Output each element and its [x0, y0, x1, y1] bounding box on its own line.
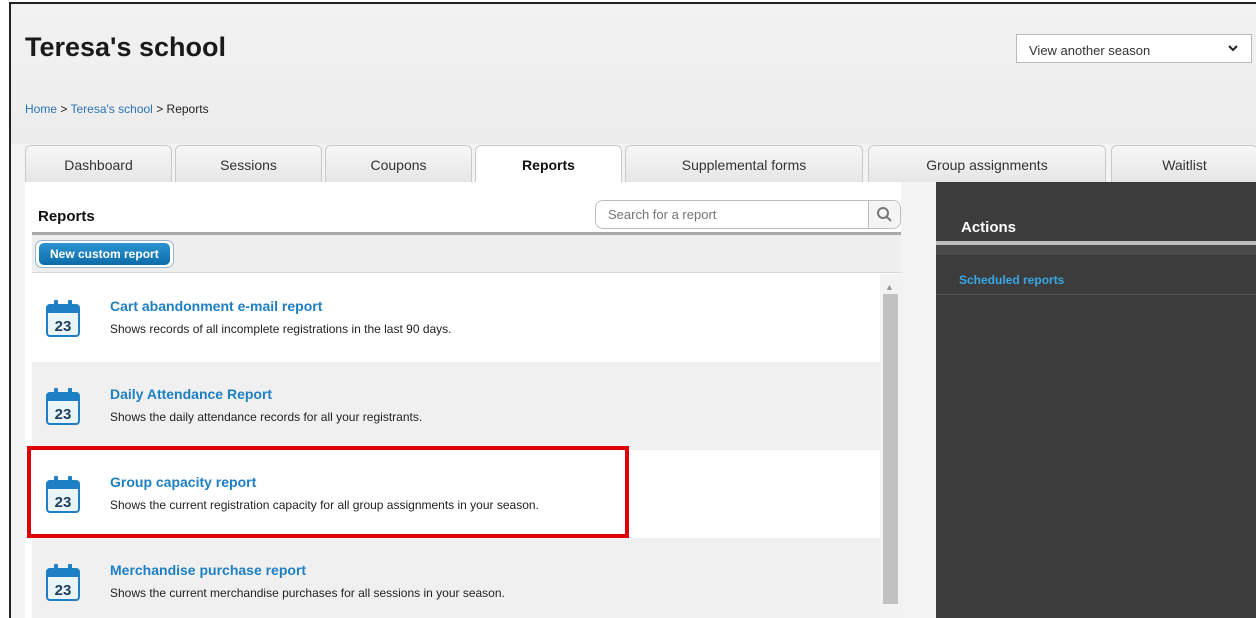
breadcrumb-current: Reports [166, 102, 209, 116]
tab-supplemental-forms[interactable]: Supplemental forms [625, 145, 863, 182]
list-item[interactable]: 23 Daily Attendance Report Shows the dai… [32, 362, 880, 450]
highlight-box [27, 446, 629, 538]
search-input[interactable] [608, 207, 858, 222]
report-description: Shows records of all incomplete registra… [110, 322, 452, 336]
calendar-icon: 23 [46, 564, 80, 601]
tab-waitlist[interactable]: Waitlist [1111, 145, 1256, 182]
season-select[interactable]: View another season [1016, 34, 1252, 63]
new-custom-report-label: New custom report [39, 243, 170, 265]
breadcrumb-separator: > [156, 102, 164, 116]
report-list-scrollbar[interactable]: ▲ [880, 274, 901, 618]
report-title-link[interactable]: Cart abandonment e-mail report [110, 298, 322, 314]
divider [936, 294, 1256, 295]
search-button[interactable] [868, 201, 900, 228]
tab-bar: Dashboard Sessions Coupons Reports Suppl… [25, 145, 1256, 183]
tab-sessions[interactable]: Sessions [175, 145, 322, 182]
tab-group-assignments[interactable]: Group assignments [868, 145, 1106, 182]
search-icon [877, 207, 892, 222]
report-description: Shows the current merchandise purchases … [110, 586, 505, 600]
report-search [595, 200, 901, 229]
breadcrumb-home[interactable]: Home [25, 102, 57, 116]
report-title-link[interactable]: Daily Attendance Report [110, 386, 272, 402]
svg-text:23: 23 [55, 582, 72, 599]
actions-sidebar: Actions Scheduled reports [936, 182, 1256, 618]
calendar-icon: 23 [46, 388, 80, 425]
reports-toolbar: New custom report [32, 235, 901, 273]
tab-coupons[interactable]: Coupons [325, 145, 472, 182]
report-description: Shows the daily attendance records for a… [110, 410, 423, 424]
scrollbar-thumb[interactable] [883, 294, 898, 604]
list-item[interactable]: 23 Merchandise purchase report Shows the… [32, 538, 880, 618]
actions-heading: Actions [961, 219, 1017, 236]
breadcrumb-school[interactable]: Teresa's school [71, 102, 153, 116]
calendar-icon: 23 [46, 300, 80, 337]
breadcrumb: Home > Teresa's school > Reports [25, 102, 209, 116]
new-custom-report-button[interactable]: New custom report [35, 240, 174, 268]
report-title-link[interactable]: Merchandise purchase report [110, 562, 306, 578]
tab-dashboard[interactable]: Dashboard [25, 145, 172, 182]
reports-heading: Reports [38, 208, 95, 225]
list-item[interactable]: 23 Cart abandonment e-mail report Shows … [32, 274, 880, 362]
scheduled-reports-link[interactable]: Scheduled reports [959, 273, 1064, 287]
season-select-label: View another season [1029, 43, 1151, 58]
divider [936, 245, 1256, 255]
breadcrumb-separator: > [60, 102, 68, 116]
scroll-up-arrow-icon[interactable]: ▲ [885, 282, 894, 292]
reports-panel: Reports New custom report [25, 182, 901, 618]
page-header: Teresa's school View another season Home… [11, 4, 1256, 144]
svg-text:23: 23 [55, 406, 72, 423]
svg-text:23: 23 [55, 318, 72, 335]
school-title: Teresa's school [25, 32, 227, 62]
tab-reports[interactable]: Reports [475, 145, 622, 183]
chevron-down-icon [1227, 41, 1239, 58]
